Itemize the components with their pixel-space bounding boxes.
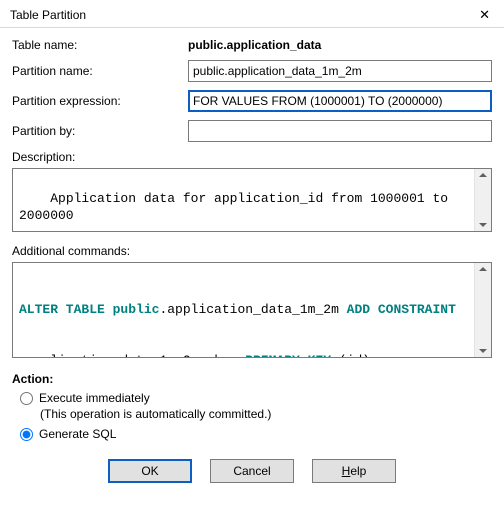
- description-text: Application data for application_id from…: [19, 191, 456, 223]
- row-partition-expression: Partition expression:: [12, 90, 492, 112]
- row-partition-name: Partition name:: [12, 60, 492, 82]
- radio-execute-input[interactable]: [20, 392, 33, 405]
- close-icon[interactable]: ✕: [473, 6, 496, 23]
- partition-expression-input[interactable]: [188, 90, 492, 112]
- cmd-line-2: application_data_1m_2m_pkey PRIMARY KEY …: [19, 352, 485, 358]
- radio-generate-sql[interactable]: Generate SQL: [12, 427, 492, 441]
- scroll-up-icon[interactable]: [479, 173, 487, 177]
- label-partition-name: Partition name:: [12, 64, 188, 78]
- cancel-button[interactable]: Cancel: [210, 459, 294, 483]
- radio-generate-input[interactable]: [20, 428, 33, 441]
- row-table-name: Table name: public.application_data: [12, 38, 492, 52]
- button-row: OK Cancel Help: [12, 459, 492, 483]
- partition-name-input[interactable]: [188, 60, 492, 82]
- scroll-down-icon[interactable]: [479, 223, 487, 227]
- titlebar: Table Partition ✕: [0, 0, 504, 28]
- radio-generate-label: Generate SQL: [39, 427, 116, 441]
- scroll-down-icon[interactable]: [479, 349, 487, 353]
- dialog-content: Table name: public.application_data Part…: [0, 28, 504, 491]
- label-table-name: Table name:: [12, 38, 188, 52]
- label-partition-by: Partition by:: [12, 124, 188, 138]
- radio-execute-immediately[interactable]: Execute immediately: [12, 391, 492, 405]
- label-partition-expression: Partition expression:: [12, 94, 188, 108]
- scrollbar[interactable]: [474, 169, 491, 231]
- window-title: Table Partition: [10, 8, 86, 22]
- label-description: Description:: [12, 150, 492, 164]
- label-action: Action:: [12, 372, 492, 386]
- description-textarea[interactable]: Application data for application_id from…: [12, 168, 492, 232]
- execute-hint: (This operation is automatically committ…: [12, 407, 492, 421]
- label-additional-commands: Additional commands:: [12, 244, 492, 258]
- radio-execute-label: Execute immediately: [39, 391, 150, 405]
- row-partition-by: Partition by:: [12, 120, 492, 142]
- cmd-line-1: ALTER TABLE public.application_data_1m_2…: [19, 301, 485, 318]
- additional-commands-textarea[interactable]: ALTER TABLE public.application_data_1m_2…: [12, 262, 492, 358]
- scrollbar[interactable]: [474, 263, 491, 357]
- help-button[interactable]: Help: [312, 459, 396, 483]
- scroll-up-icon[interactable]: [479, 267, 487, 271]
- value-table-name: public.application_data: [188, 38, 492, 52]
- partition-by-input[interactable]: [188, 120, 492, 142]
- ok-button[interactable]: OK: [108, 459, 192, 483]
- action-section: Action: Execute immediately (This operat…: [12, 372, 492, 441]
